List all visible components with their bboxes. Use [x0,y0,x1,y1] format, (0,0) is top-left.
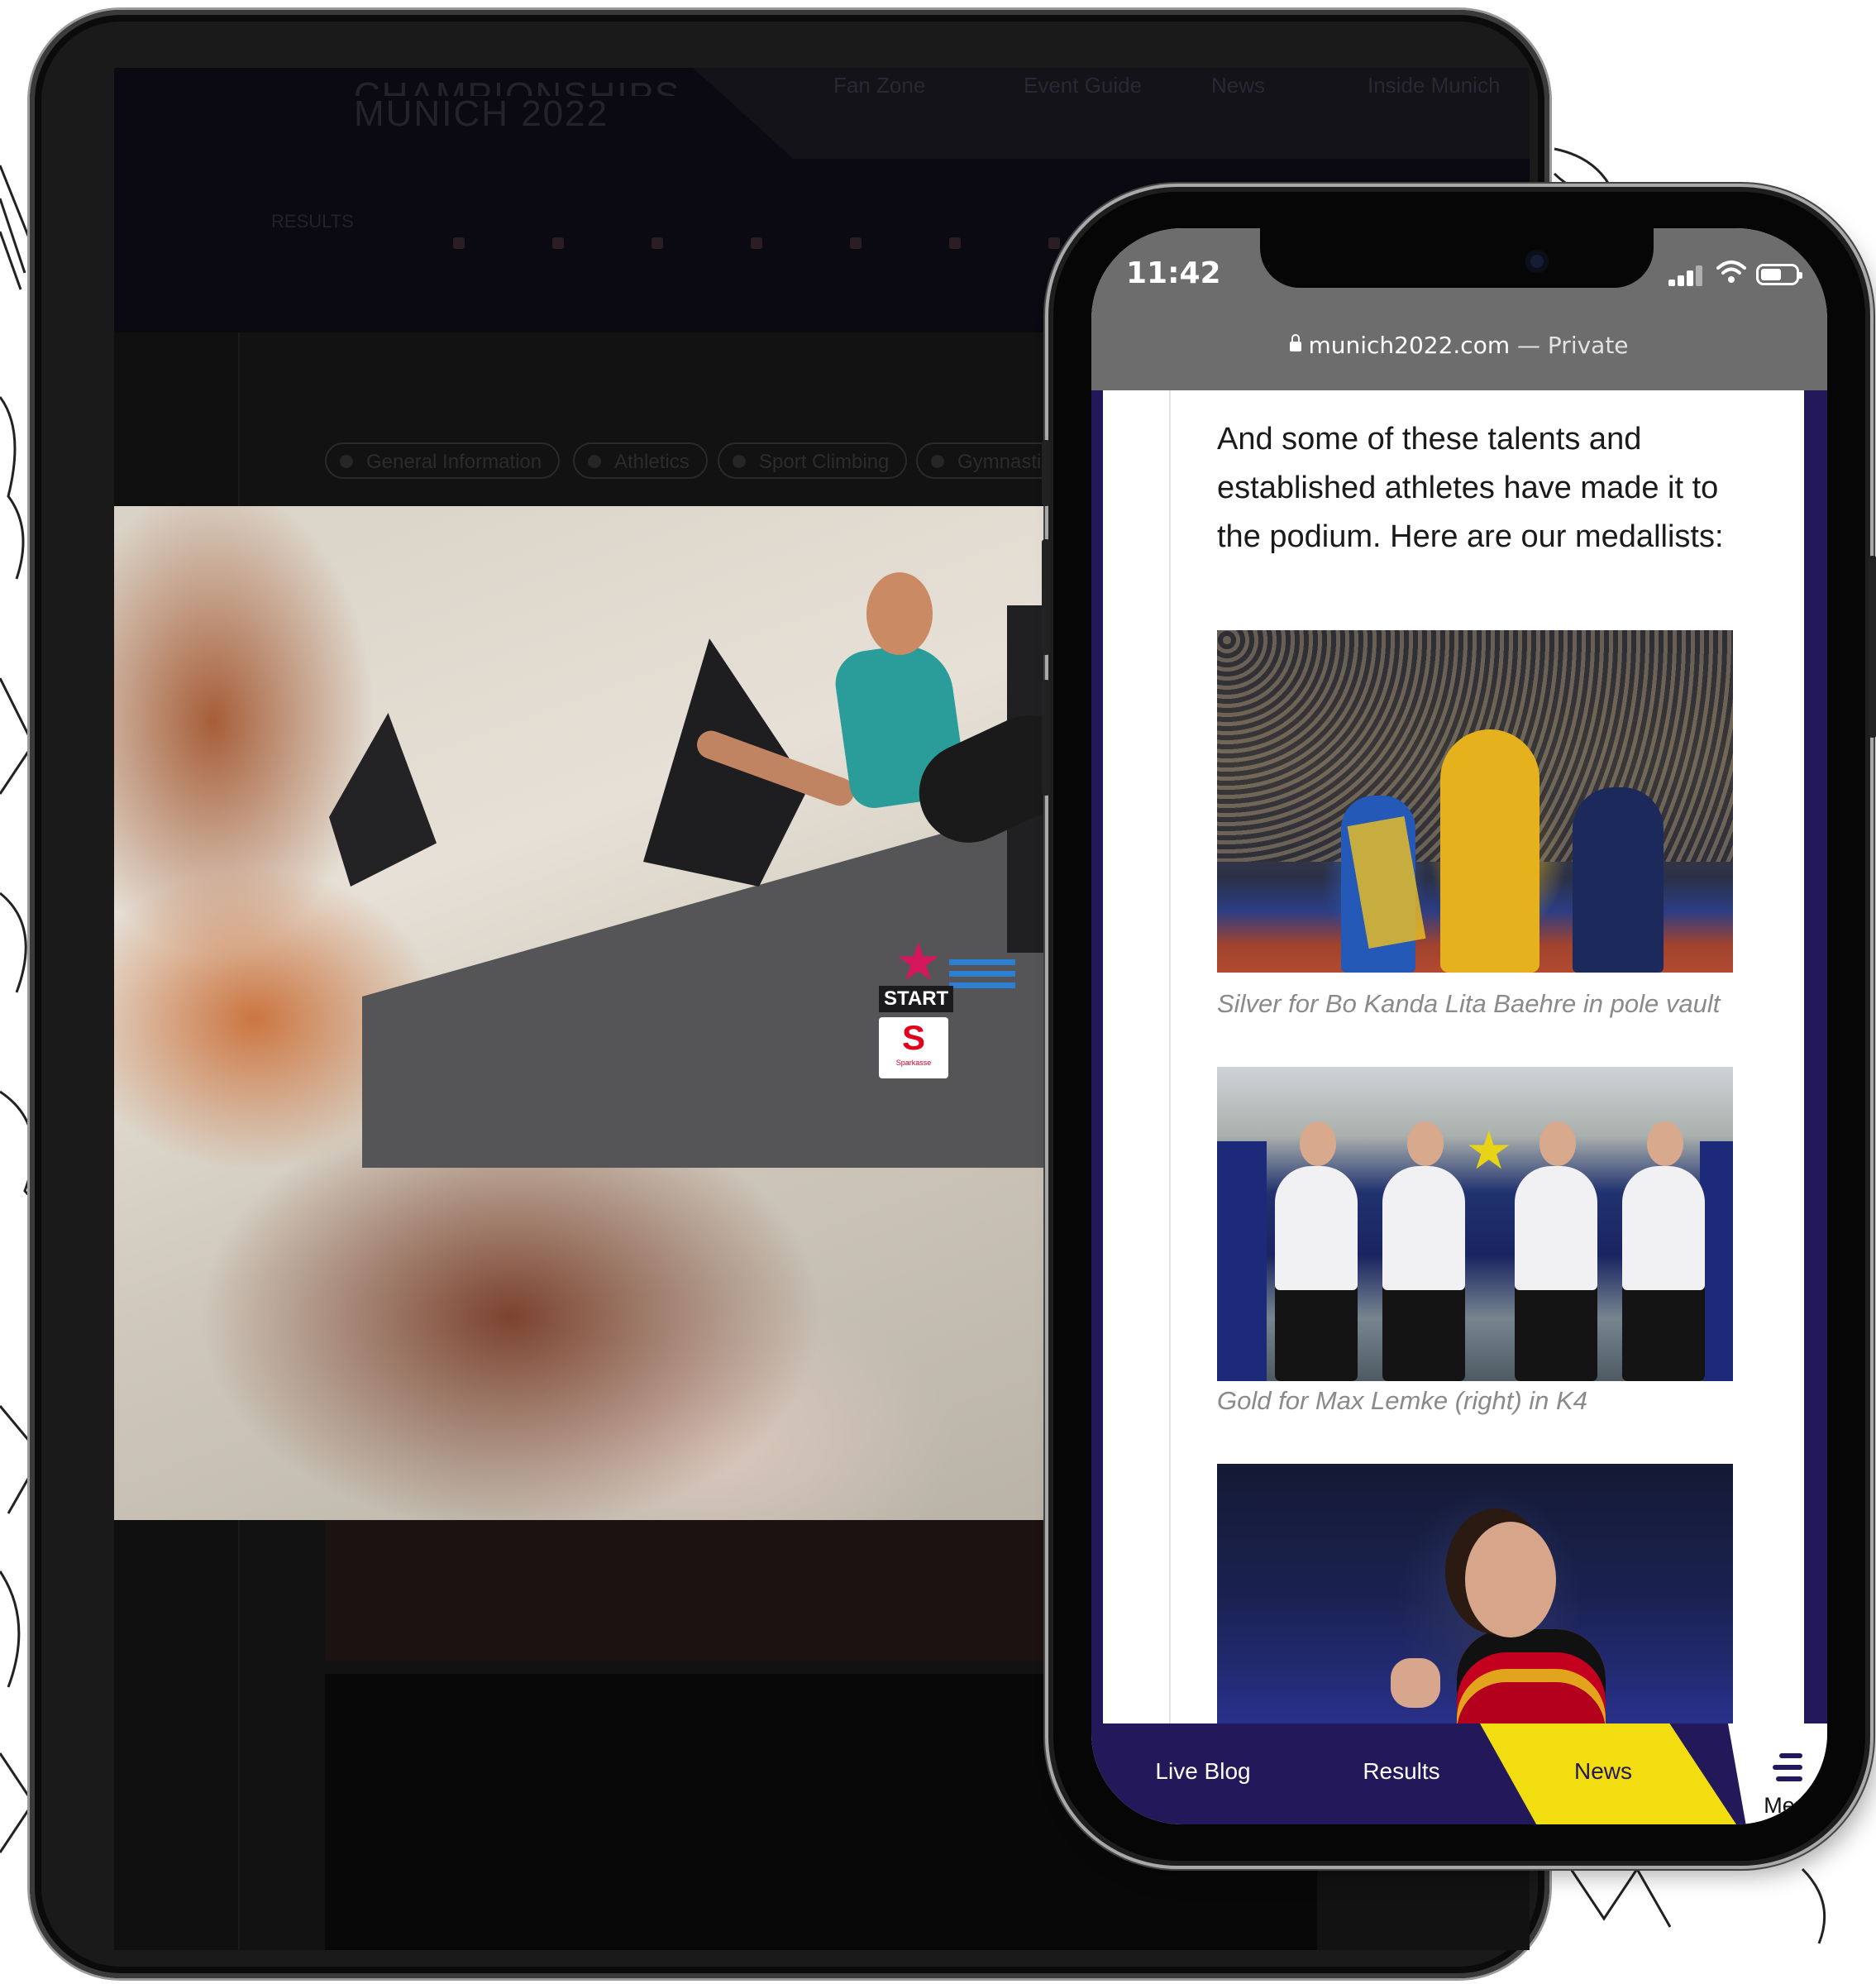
sport-icon[interactable] [552,237,564,249]
bottom-tab-bar: Live Blog Results News Menu [1091,1723,1827,1824]
sport-icon[interactable] [652,237,663,249]
phone-side-button [1042,440,1050,506]
filter-pill-athletics[interactable]: Athletics [573,442,708,479]
battery-icon [1756,264,1802,285]
url-domain: munich2022.com [1308,332,1511,359]
star-logo-icon: ★ [1465,1121,1513,1182]
sport-icon[interactable] [949,237,961,249]
page-content: And some of these talents and establishe… [1091,390,1827,1723]
site-logo[interactable]: CHAMPIONSHIPS MUNICH 2022 [354,78,680,132]
photo-caption: Silver for Bo Kanda Lita Baehre in pole … [1217,989,1721,1018]
lock-icon [1290,334,1302,351]
photo-caption: Gold for Max Lemke (right) in K4 [1217,1386,1587,1415]
sport-icon[interactable] [751,237,762,249]
url-private-label: — Private [1517,332,1629,359]
sport-icon[interactable] [1048,237,1060,249]
phone-device: 11:42 munich2022.com — Private And some … [1042,192,1876,1861]
sponsor-mark: S [901,1018,925,1057]
phone-notch [1260,228,1654,288]
tab-menu[interactable]: Menu [1709,1793,1827,1819]
tab-live-blog[interactable]: Live Blog [1120,1758,1286,1785]
menu-icon[interactable] [1773,1753,1809,1783]
start-label: START [879,986,954,1012]
phone-side-button [1042,539,1050,655]
climbing-hold [329,713,437,887]
nav-fan-zone[interactable]: Fan Zone [833,73,925,98]
article-paragraph: And some of these talents and establishe… [1217,422,1724,554]
nav-news[interactable]: News [1211,73,1265,98]
nav-inside-munich[interactable]: Inside Munich [1368,73,1500,98]
phone-screen: 11:42 munich2022.com — Private And some … [1091,228,1827,1824]
nav-event-guide[interactable]: Event Guide [1024,73,1142,98]
medal-photo-pole-vault[interactable] [1217,630,1733,973]
status-time: 11:42 [1126,256,1221,290]
tab-news[interactable]: News [1520,1758,1686,1785]
climbing-photo: ★ START S Sparkasse [114,506,1106,1520]
wifi-icon [1716,260,1746,289]
star-logo-icon: ★ [895,932,943,993]
phone-side-button [1042,680,1050,796]
status-bar: 11:42 [1091,228,1827,316]
article-body: And some of these talents and establishe… [1103,390,1804,1723]
sponsor-name: Sparkasse [895,1059,932,1067]
results-label[interactable]: RESULTS [271,211,354,232]
medal-photo-k4[interactable]: ★ [1217,1067,1733,1381]
filter-pill-general-information[interactable]: General Information [325,442,561,479]
address-bar-text[interactable]: munich2022.com — Private [1091,329,1827,390]
sport-icon[interactable] [850,237,862,249]
filter-pill-sport-climbing[interactable]: Sport Climbing [718,442,908,479]
phone-side-button [1869,556,1876,738]
sponsor-logo: S Sparkasse [879,1017,948,1078]
logo-line-2: MUNICH 2022 [354,93,609,134]
article-divider [1169,390,1171,1723]
signal-icon [1668,265,1707,286]
camera-icon [1525,250,1549,273]
tab-results[interactable]: Results [1319,1758,1484,1785]
medal-photo-table-tennis[interactable] [1217,1464,1733,1723]
sport-icon[interactable] [453,237,465,249]
